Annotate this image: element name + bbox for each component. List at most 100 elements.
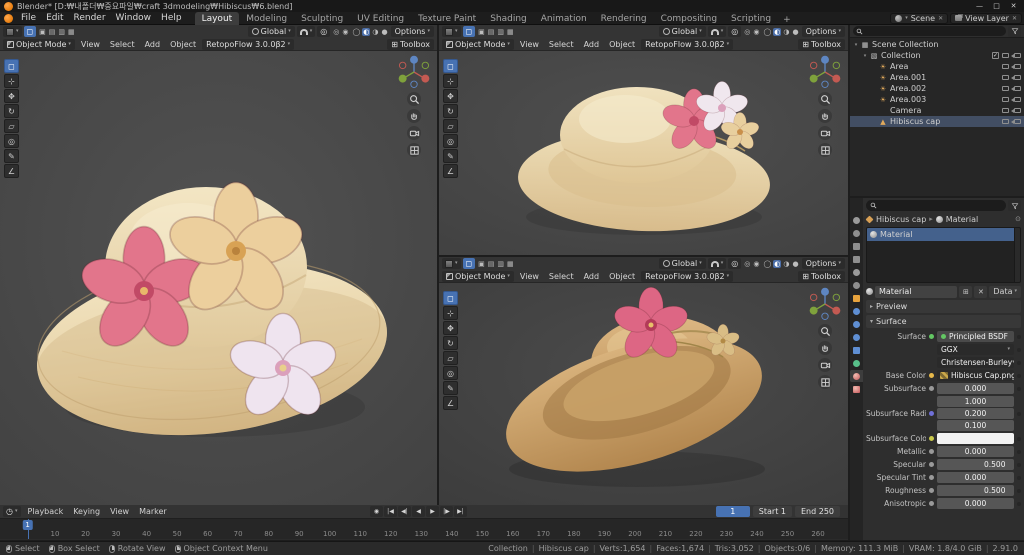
- slider-anisotropic[interactable]: 0.000: [937, 498, 1014, 509]
- disable-render-toggle[interactable]: [1014, 97, 1021, 102]
- tool-scale[interactable]: ▱: [4, 119, 19, 133]
- play-reverse-button[interactable]: ◀: [412, 506, 425, 517]
- camera-view-button[interactable]: [407, 126, 421, 140]
- toolbox-button[interactable]: ⊞Toolbox: [798, 39, 845, 50]
- disable-render-toggle[interactable]: [1014, 108, 1021, 113]
- shading-solid-icon[interactable]: ◐: [773, 28, 781, 36]
- menu-file[interactable]: File: [16, 13, 41, 23]
- jump-to-end-button[interactable]: ▶|: [454, 506, 467, 517]
- workspace-tab-scripting[interactable]: Scripting: [724, 12, 778, 25]
- tool-transform[interactable]: ◎: [4, 134, 19, 148]
- viewport-canvas[interactable]: ◻⊹✥↻▱◎✎∠: [439, 283, 848, 505]
- proportional-editing-toggle[interactable]: ◎: [317, 26, 330, 37]
- slider-metallic[interactable]: 0.000: [937, 446, 1014, 457]
- disable-render-toggle[interactable]: [1014, 86, 1021, 91]
- navigation-gizmo[interactable]: [808, 55, 842, 89]
- workspace-tab-rendering[interactable]: Rendering: [594, 12, 654, 25]
- jump-to-start-button[interactable]: |◀: [384, 506, 397, 517]
- show-overlays-icon[interactable]: ◉: [752, 28, 760, 36]
- animate-dot[interactable]: [1017, 489, 1021, 493]
- toggle-perspective-button[interactable]: [818, 143, 832, 157]
- frame-end-field[interactable]: End 250: [795, 506, 840, 517]
- shading-wireframe-icon[interactable]: ◯: [351, 28, 361, 36]
- shader-button-principled-bsdf[interactable]: Principled BSDF: [937, 331, 1014, 342]
- workspace-tab-texture-paint[interactable]: Texture Paint: [411, 12, 483, 25]
- animate-dot[interactable]: [1017, 502, 1021, 506]
- animate-dot[interactable]: [1017, 476, 1021, 480]
- tool-select-box[interactable]: ◻: [4, 59, 19, 73]
- viewport-toggle-2-icon[interactable]: ▤: [48, 28, 57, 36]
- outliner-item-hibiscus-cap[interactable]: ▲Hibiscus cap: [850, 116, 1024, 127]
- field-subsurface-radius-0[interactable]: 1.000: [937, 396, 1014, 407]
- surface-section-header[interactable]: ▾Surface: [866, 315, 1021, 328]
- animate-dot[interactable]: [1017, 348, 1021, 352]
- workspace-tab-modeling[interactable]: Modeling: [239, 12, 294, 25]
- shading-solid-icon[interactable]: ◐: [362, 28, 370, 36]
- options-dropdown[interactable]: Options▾: [802, 26, 845, 37]
- shading-material-preview-icon[interactable]: ◑: [782, 260, 790, 268]
- editor-type-dropdown[interactable]: ▾: [442, 26, 461, 37]
- clear-scene-icon[interactable]: ✕: [938, 15, 943, 22]
- tool-cursor[interactable]: ⊹: [443, 74, 458, 88]
- viewport-menu-select[interactable]: Select: [106, 39, 139, 50]
- viewport-menu-object[interactable]: Object: [605, 39, 639, 50]
- shading-material-preview-icon[interactable]: ◑: [371, 28, 379, 36]
- snap-toggle[interactable]: ▾: [708, 26, 727, 37]
- maximize-button[interactable]: □: [988, 2, 1005, 10]
- viewport-menu-object[interactable]: Object: [166, 39, 200, 50]
- tool-measure[interactable]: ∠: [443, 164, 458, 178]
- timeline-menu-marker[interactable]: Marker: [134, 507, 172, 516]
- tool-move[interactable]: ✥: [4, 89, 19, 103]
- viewport-menu-view[interactable]: View: [77, 39, 104, 50]
- disable-render-toggle[interactable]: [1014, 119, 1021, 124]
- next-keyframe-button[interactable]: |▶: [440, 506, 453, 517]
- shading-wireframe-icon[interactable]: ◯: [762, 260, 772, 268]
- hide-viewport-toggle[interactable]: [1002, 119, 1009, 124]
- clear-view-layer-icon[interactable]: ✕: [1012, 15, 1017, 22]
- image-datablock-button[interactable]: Hibiscus Cap.png: [937, 370, 1014, 381]
- properties-tab-particles[interactable]: [850, 318, 863, 330]
- tool-rotate[interactable]: ↻: [443, 336, 458, 350]
- viewport-menu-object[interactable]: Object: [605, 271, 639, 282]
- animate-dot[interactable]: [1017, 463, 1021, 467]
- viewport-top[interactable]: ▾◻▣▤▥▦Global▾▾◎◎◉◯◐◑●Options▾Object Mode…: [439, 25, 848, 255]
- hide-viewport-toggle[interactable]: [1002, 108, 1009, 113]
- properties-tab-object[interactable]: [850, 292, 863, 304]
- toolbox-button[interactable]: ⊞Toolbox: [387, 39, 434, 50]
- animate-dot[interactable]: [1017, 412, 1021, 416]
- preview-section-header[interactable]: ▸Preview: [866, 300, 1021, 313]
- animate-dot[interactable]: [1017, 335, 1021, 339]
- properties-tab-constraints[interactable]: [850, 344, 863, 356]
- properties-tab-output[interactable]: [850, 240, 863, 252]
- navigation-gizmo[interactable]: [397, 55, 431, 89]
- viewport-toggle-3-icon[interactable]: ▥: [496, 28, 505, 36]
- color-swatch-subsurface-color[interactable]: [937, 433, 1014, 444]
- viewport-menu-add[interactable]: Add: [580, 39, 604, 50]
- workspace-tab-uv-editing[interactable]: UV Editing: [350, 12, 411, 25]
- viewport-menu-add[interactable]: Add: [141, 39, 165, 50]
- properties-tab-physics[interactable]: [850, 331, 863, 343]
- outliner-item-area[interactable]: ☀Area: [850, 61, 1024, 72]
- toolbox-button[interactable]: ⊞Toolbox: [798, 271, 845, 282]
- tool-annotate[interactable]: ✎: [443, 381, 458, 395]
- playhead[interactable]: 1: [28, 519, 29, 539]
- current-frame-field[interactable]: 1: [716, 506, 750, 517]
- shading-solid-icon[interactable]: ◐: [773, 260, 781, 268]
- auto-keying-toggle-button[interactable]: ◉: [370, 506, 383, 517]
- prev-keyframe-button[interactable]: ◀|: [398, 506, 411, 517]
- view-layer-selector[interactable]: View Layer ✕: [950, 13, 1022, 24]
- proportional-editing-toggle[interactable]: ◎: [728, 26, 741, 37]
- show-gizmo-icon[interactable]: ◎: [332, 28, 340, 36]
- hide-viewport-toggle[interactable]: [1002, 64, 1009, 69]
- slider-specular-tint[interactable]: 0.000: [937, 472, 1014, 483]
- hide-viewport-toggle[interactable]: [1002, 86, 1009, 91]
- active-tool-button[interactable]: ◻: [463, 258, 476, 269]
- disable-render-toggle[interactable]: [1014, 53, 1021, 58]
- mode-dropdown[interactable]: Object Mode▾: [3, 39, 75, 50]
- tool-transform[interactable]: ◎: [443, 366, 458, 380]
- active-tool-button[interactable]: ◻: [463, 26, 476, 37]
- slider-specular[interactable]: 0.500: [937, 459, 1014, 470]
- options-dropdown[interactable]: Options▾: [802, 258, 845, 269]
- viewport-toggle-2-icon[interactable]: ▤: [487, 28, 496, 36]
- animate-dot[interactable]: [1017, 450, 1021, 454]
